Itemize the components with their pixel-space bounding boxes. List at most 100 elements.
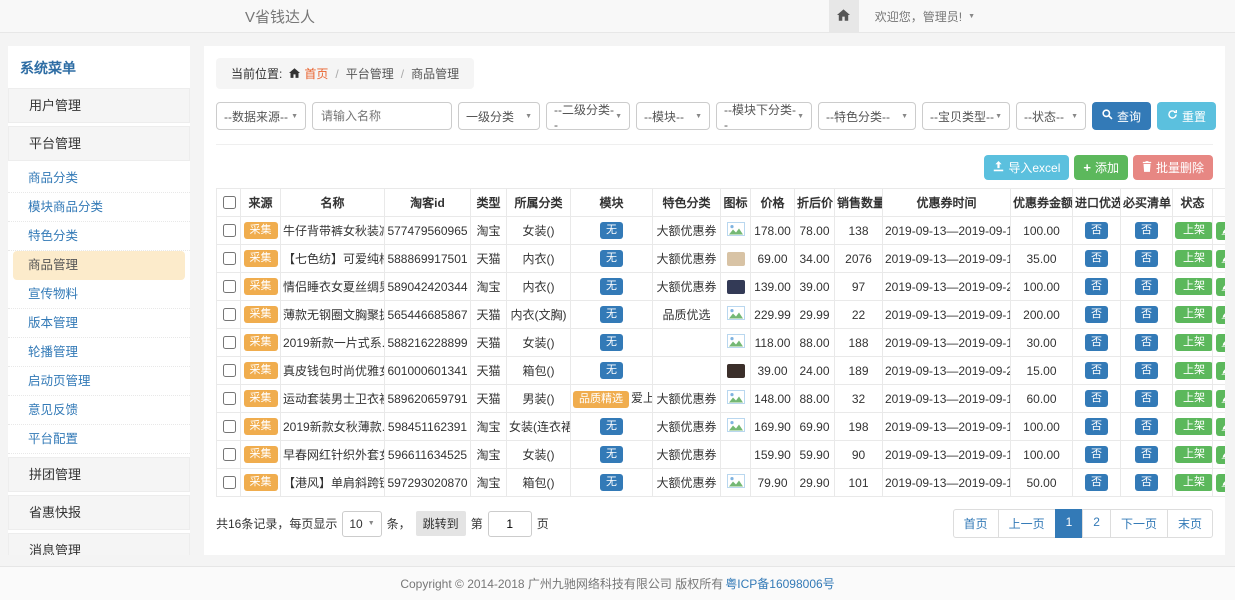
reset-button[interactable]: 重置 (1157, 102, 1216, 130)
status-badge[interactable]: 上架 (1175, 278, 1213, 295)
module-badge[interactable]: 无 (600, 362, 623, 379)
row-checkbox[interactable] (223, 420, 236, 433)
must-buy-toggle[interactable]: 否 (1135, 418, 1158, 435)
sidebar-item-carousel-mgmt[interactable]: 轮播管理 (8, 338, 190, 367)
edit-button[interactable] (1216, 362, 1225, 380)
edit-button[interactable] (1216, 222, 1225, 240)
import-select-toggle[interactable]: 否 (1085, 250, 1108, 267)
must-buy-toggle[interactable]: 否 (1135, 278, 1158, 295)
module-badge[interactable]: 无 (600, 250, 623, 267)
import-select-toggle[interactable]: 否 (1085, 418, 1108, 435)
select-all-checkbox[interactable] (223, 196, 236, 209)
row-checkbox[interactable] (223, 336, 236, 349)
name-search-input[interactable] (312, 102, 452, 130)
row-checkbox[interactable] (223, 392, 236, 405)
last-page-button[interactable]: 末页 (1167, 509, 1213, 538)
import-select-toggle[interactable]: 否 (1085, 390, 1108, 407)
source-filter-select[interactable]: --数据来源-- ▼ (216, 102, 306, 130)
import-select-toggle[interactable]: 否 (1085, 306, 1108, 323)
feature-filter-select[interactable]: --特色分类-- ▼ (818, 102, 916, 130)
must-buy-toggle[interactable]: 否 (1135, 390, 1158, 407)
next-page-button[interactable]: 下一页 (1110, 509, 1168, 538)
icp-link[interactable]: 粤ICP备16098006号 (725, 575, 834, 592)
status-badge[interactable]: 上架 (1175, 306, 1213, 323)
import-select-toggle[interactable]: 否 (1085, 222, 1108, 239)
status-badge[interactable]: 上架 (1175, 446, 1213, 463)
status-badge[interactable]: 上架 (1175, 250, 1213, 267)
row-checkbox[interactable] (223, 448, 236, 461)
import-select-toggle[interactable]: 否 (1085, 334, 1108, 351)
status-badge[interactable]: 上架 (1175, 390, 1213, 407)
sidebar-item-splash-mgmt[interactable]: 启动页管理 (8, 367, 190, 396)
sidebar-item-user-mgmt[interactable]: 用户管理 (8, 88, 190, 123)
must-buy-toggle[interactable]: 否 (1135, 362, 1158, 379)
row-checkbox[interactable] (223, 364, 236, 377)
sidebar-item-platform-mgmt[interactable]: 平台管理 (8, 126, 190, 161)
per-page-select[interactable]: 10 ▼ (342, 511, 381, 537)
module-badge[interactable]: 无 (600, 446, 623, 463)
page-1-button[interactable]: 1 (1055, 509, 1084, 538)
status-badge[interactable]: 上架 (1175, 362, 1213, 379)
module-badge[interactable]: 无 (600, 474, 623, 491)
module-badge[interactable]: 无 (600, 334, 623, 351)
sidebar-item-module-goods-category[interactable]: 模块商品分类 (8, 193, 190, 222)
category1-filter-select[interactable]: 一级分类 ▼ (458, 102, 540, 130)
module-sub-filter-select[interactable]: --模块下分类-- ▼ (716, 102, 812, 130)
sidebar-item-feature-category[interactable]: 特色分类 (8, 222, 190, 251)
must-buy-toggle[interactable]: 否 (1135, 474, 1158, 491)
jump-to-button[interactable]: 跳转到 (416, 511, 466, 536)
edit-button[interactable] (1216, 390, 1225, 408)
module-badge[interactable]: 品质精选 (573, 391, 629, 408)
row-checkbox[interactable] (223, 308, 236, 321)
must-buy-toggle[interactable]: 否 (1135, 250, 1158, 267)
navbar-home-button[interactable] (829, 0, 859, 32)
sidebar-item-promo-material[interactable]: 宣传物料 (8, 280, 190, 309)
sidebar-item-group-buy-mgmt[interactable]: 拼团管理 (8, 457, 190, 492)
row-checkbox[interactable] (223, 252, 236, 265)
sidebar-item-savings-news[interactable]: 省惠快报 (8, 495, 190, 530)
breadcrumb-home-link[interactable]: 首页 (289, 65, 328, 82)
edit-button[interactable] (1216, 446, 1225, 464)
edit-button[interactable] (1216, 334, 1225, 352)
import-select-toggle[interactable]: 否 (1085, 278, 1108, 295)
import-select-toggle[interactable]: 否 (1085, 362, 1108, 379)
module-badge[interactable]: 无 (600, 306, 623, 323)
search-button[interactable]: 查询 (1092, 102, 1151, 130)
edit-button[interactable] (1216, 306, 1225, 324)
sidebar-item-goods-category[interactable]: 商品分类 (8, 164, 190, 193)
status-filter-select[interactable]: --状态-- ▼ (1016, 102, 1086, 130)
edit-button[interactable] (1216, 418, 1225, 436)
sidebar-item-message-mgmt[interactable]: 消息管理 (8, 533, 190, 555)
import-excel-button[interactable]: 导入excel (984, 155, 1069, 180)
sidebar-item-goods-mgmt-active[interactable]: 商品管理 (13, 251, 185, 280)
row-checkbox[interactable] (223, 224, 236, 237)
row-checkbox[interactable] (223, 280, 236, 293)
must-buy-toggle[interactable]: 否 (1135, 222, 1158, 239)
add-button[interactable]: + 添加 (1074, 155, 1128, 180)
must-buy-toggle[interactable]: 否 (1135, 306, 1158, 323)
must-buy-toggle[interactable]: 否 (1135, 446, 1158, 463)
module-badge[interactable]: 无 (600, 278, 623, 295)
import-select-toggle[interactable]: 否 (1085, 446, 1108, 463)
edit-button[interactable] (1216, 474, 1225, 492)
sidebar-item-platform-config[interactable]: 平台配置 (8, 425, 190, 454)
sidebar-item-feedback[interactable]: 意见反馈 (8, 396, 190, 425)
status-badge[interactable]: 上架 (1175, 418, 1213, 435)
edit-button[interactable] (1216, 278, 1225, 296)
status-badge[interactable]: 上架 (1175, 474, 1213, 491)
must-buy-toggle[interactable]: 否 (1135, 334, 1158, 351)
edit-button[interactable] (1216, 250, 1225, 268)
status-badge[interactable]: 上架 (1175, 334, 1213, 351)
row-checkbox[interactable] (223, 476, 236, 489)
jump-page-input[interactable] (488, 511, 532, 537)
module-badge[interactable]: 无 (600, 418, 623, 435)
first-page-button[interactable]: 首页 (953, 509, 999, 538)
sidebar-item-version-mgmt[interactable]: 版本管理 (8, 309, 190, 338)
item-type-filter-select[interactable]: --宝贝类型-- ▼ (922, 102, 1010, 130)
page-2-button[interactable]: 2 (1082, 509, 1111, 538)
module-filter-select[interactable]: --模块-- ▼ (636, 102, 710, 130)
batch-delete-button[interactable]: 批量删除 (1133, 155, 1213, 180)
module-badge[interactable]: 无 (600, 222, 623, 239)
status-badge[interactable]: 上架 (1175, 222, 1213, 239)
import-select-toggle[interactable]: 否 (1085, 474, 1108, 491)
